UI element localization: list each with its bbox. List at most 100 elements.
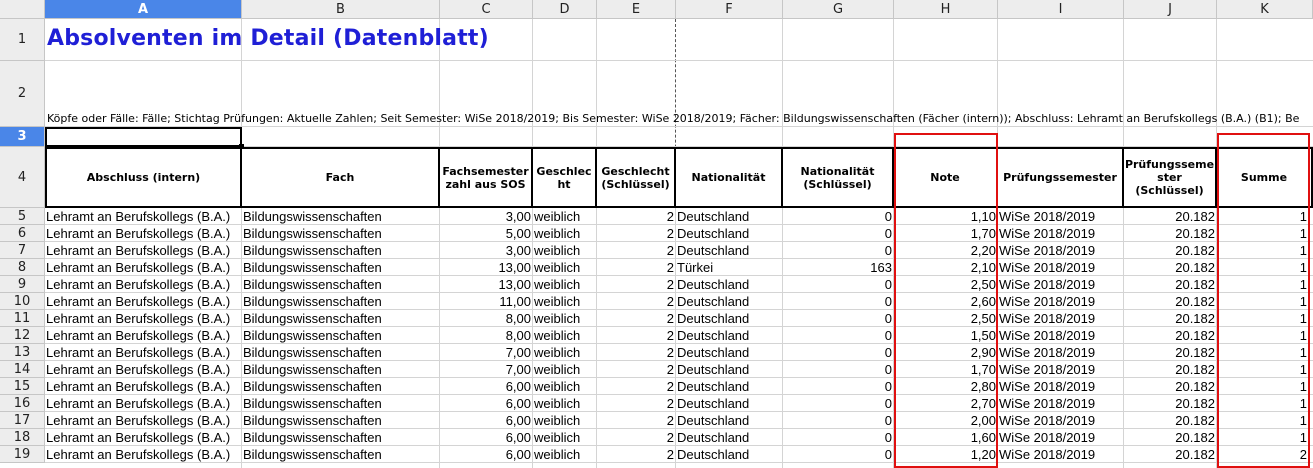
- cell-a-row19[interactable]: Lehramt an Berufskollegs (B.A.): [45, 446, 241, 463]
- cell-f-row7[interactable]: Deutschland: [676, 242, 782, 259]
- cell-i-row16[interactable]: WiSe 2018/2019: [998, 395, 1123, 412]
- cell-j-row18[interactable]: 20.182: [1124, 429, 1216, 446]
- cell-i-row5[interactable]: WiSe 2018/2019: [998, 208, 1123, 225]
- cell-a-row12[interactable]: Lehramt an Berufskollegs (B.A.): [45, 327, 241, 344]
- cell-g-row6[interactable]: 0: [783, 225, 893, 242]
- cell-i-row7[interactable]: WiSe 2018/2019: [998, 242, 1123, 259]
- column-header-h[interactable]: H: [894, 0, 998, 19]
- cell-c-row5[interactable]: 3,00: [440, 208, 532, 225]
- cell-g-row16[interactable]: 0: [783, 395, 893, 412]
- cell-f-row11[interactable]: Deutschland: [676, 310, 782, 327]
- cell-g-row11[interactable]: 0: [783, 310, 893, 327]
- cell-g-row5[interactable]: 0: [783, 208, 893, 225]
- cell-a-row17[interactable]: Lehramt an Berufskollegs (B.A.): [45, 412, 241, 429]
- cell-d-row11[interactable]: weiblich: [533, 310, 596, 327]
- cell-j-row10[interactable]: 20.182: [1124, 293, 1216, 310]
- row-header-19[interactable]: 19: [0, 446, 45, 463]
- cell-a-row6[interactable]: Lehramt an Berufskollegs (B.A.): [45, 225, 241, 242]
- row-header-16[interactable]: 16: [0, 395, 45, 412]
- cell-a-row8[interactable]: Lehramt an Berufskollegs (B.A.): [45, 259, 241, 276]
- row-header-7[interactable]: 7: [0, 242, 45, 259]
- spreadsheet-grid[interactable]: A B C D E F G H I J K 1 2 3 4 5 6 7 8 9 10 11 12 13 14 15 16 17 18 19…: [0, 0, 1313, 468]
- cell-d-row14[interactable]: weiblich: [533, 361, 596, 378]
- cell-e-row15[interactable]: 2: [597, 378, 675, 395]
- cell-i-row6[interactable]: WiSe 2018/2019: [998, 225, 1123, 242]
- cell-g-row10[interactable]: 0: [783, 293, 893, 310]
- cell-e-row10[interactable]: 2: [597, 293, 675, 310]
- cell-g-row7[interactable]: 0: [783, 242, 893, 259]
- cell-e-row8[interactable]: 2: [597, 259, 675, 276]
- cell-d-row5[interactable]: weiblich: [533, 208, 596, 225]
- cell-g-row8[interactable]: 163: [783, 259, 893, 276]
- cell-d-row16[interactable]: weiblich: [533, 395, 596, 412]
- cell-f-row12[interactable]: Deutschland: [676, 327, 782, 344]
- cell-d-row7[interactable]: weiblich: [533, 242, 596, 259]
- cell-a-row11[interactable]: Lehramt an Berufskollegs (B.A.): [45, 310, 241, 327]
- cell-a-row16[interactable]: Lehramt an Berufskollegs (B.A.): [45, 395, 241, 412]
- cell-f-row5[interactable]: Deutschland: [676, 208, 782, 225]
- cell-i-row9[interactable]: WiSe 2018/2019: [998, 276, 1123, 293]
- cell-f-row8[interactable]: Türkei: [676, 259, 782, 276]
- table-header-6[interactable]: Nationalität: [676, 147, 783, 208]
- cell-b-row17[interactable]: Bildungswissenschaften: [242, 412, 439, 429]
- cell-c-row18[interactable]: 6,00: [440, 429, 532, 446]
- cell-c-row7[interactable]: 3,00: [440, 242, 532, 259]
- cell-g-row15[interactable]: 0: [783, 378, 893, 395]
- cell-g-row18[interactable]: 0: [783, 429, 893, 446]
- table-header-4[interactable]: Geschlec ht: [533, 147, 597, 208]
- column-header-j[interactable]: J: [1124, 0, 1217, 19]
- cell-b-row8[interactable]: Bildungswissenschaften: [242, 259, 439, 276]
- cell-c-row9[interactable]: 13,00: [440, 276, 532, 293]
- row-header-17[interactable]: 17: [0, 412, 45, 429]
- cell-j-row8[interactable]: 20.182: [1124, 259, 1216, 276]
- cell-c-row16[interactable]: 6,00: [440, 395, 532, 412]
- column-header-c[interactable]: C: [440, 0, 533, 19]
- row-header-2[interactable]: 2: [0, 61, 45, 127]
- cell-d-row12[interactable]: weiblich: [533, 327, 596, 344]
- cell-e-row6[interactable]: 2: [597, 225, 675, 242]
- cell-e-row16[interactable]: 2: [597, 395, 675, 412]
- row-header-1[interactable]: 1: [0, 19, 45, 61]
- cell-b-row19[interactable]: Bildungswissenschaften: [242, 446, 439, 463]
- cell-e-row12[interactable]: 2: [597, 327, 675, 344]
- cell-b-row11[interactable]: Bildungswissenschaften: [242, 310, 439, 327]
- cell-j-row19[interactable]: 20.182: [1124, 446, 1216, 463]
- table-header-5[interactable]: Geschlecht (Schlüssel): [597, 147, 676, 208]
- cell-a-row10[interactable]: Lehramt an Berufskollegs (B.A.): [45, 293, 241, 310]
- cell-j-row13[interactable]: 20.182: [1124, 344, 1216, 361]
- cell-i-row18[interactable]: WiSe 2018/2019: [998, 429, 1123, 446]
- cell-a-row18[interactable]: Lehramt an Berufskollegs (B.A.): [45, 429, 241, 446]
- cell-a-row14[interactable]: Lehramt an Berufskollegs (B.A.): [45, 361, 241, 378]
- cell-a-row15[interactable]: Lehramt an Berufskollegs (B.A.): [45, 378, 241, 395]
- cell-d-row8[interactable]: weiblich: [533, 259, 596, 276]
- cell-b-row16[interactable]: Bildungswissenschaften: [242, 395, 439, 412]
- cell-d-row6[interactable]: weiblich: [533, 225, 596, 242]
- column-header-d[interactable]: D: [533, 0, 597, 19]
- row-header-14[interactable]: 14: [0, 361, 45, 378]
- cell-d-row19[interactable]: weiblich: [533, 446, 596, 463]
- cell-b-row9[interactable]: Bildungswissenschaften: [242, 276, 439, 293]
- cell-g-row13[interactable]: 0: [783, 344, 893, 361]
- cell-f-row19[interactable]: Deutschland: [676, 446, 782, 463]
- cell-f-row18[interactable]: Deutschland: [676, 429, 782, 446]
- cell-c-row17[interactable]: 6,00: [440, 412, 532, 429]
- cell-g-row9[interactable]: 0: [783, 276, 893, 293]
- cell-d-row13[interactable]: weiblich: [533, 344, 596, 361]
- cell-j-row9[interactable]: 20.182: [1124, 276, 1216, 293]
- cell-f-row17[interactable]: Deutschland: [676, 412, 782, 429]
- cell-j-row7[interactable]: 20.182: [1124, 242, 1216, 259]
- cell-j-row15[interactable]: 20.182: [1124, 378, 1216, 395]
- cell-e-row18[interactable]: 2: [597, 429, 675, 446]
- cell-i-row10[interactable]: WiSe 2018/2019: [998, 293, 1123, 310]
- cell-e-row19[interactable]: 2: [597, 446, 675, 463]
- cell-e-row5[interactable]: 2: [597, 208, 675, 225]
- row-header-10[interactable]: 10: [0, 293, 45, 310]
- cell-g-row12[interactable]: 0: [783, 327, 893, 344]
- cell-d-row18[interactable]: weiblich: [533, 429, 596, 446]
- cell-b-row7[interactable]: Bildungswissenschaften: [242, 242, 439, 259]
- cell-j-row14[interactable]: 20.182: [1124, 361, 1216, 378]
- cell-e-row9[interactable]: 2: [597, 276, 675, 293]
- cell-f-row14[interactable]: Deutschland: [676, 361, 782, 378]
- row-header-9[interactable]: 9: [0, 276, 45, 293]
- cell-e-row14[interactable]: 2: [597, 361, 675, 378]
